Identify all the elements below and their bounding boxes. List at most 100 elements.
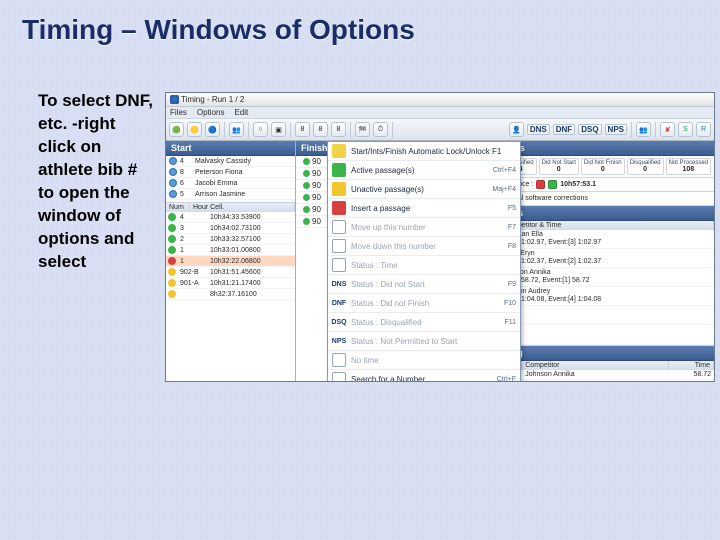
toolbar-btn-5[interactable]: ▣ [271, 122, 286, 137]
person-icon [169, 179, 177, 187]
time-row[interactable]: 901-A 10h31:21.17400 [166, 278, 295, 289]
generic-icon [332, 239, 346, 253]
menu-files[interactable]: Files [170, 108, 187, 117]
finish-row[interactable]: 90 [296, 180, 328, 192]
timing-device-time: 10h57:53.1 [560, 181, 596, 188]
finish-row[interactable]: 90 [296, 192, 328, 204]
time-row[interactable]: 902-B 10h31:51.45600 [166, 267, 295, 278]
finish-row[interactable]: 90 [296, 204, 328, 216]
toolbar-btn-clock[interactable]: ⏱ [373, 122, 388, 137]
finish-row[interactable]: 90 [296, 156, 328, 168]
timing-device-red-box[interactable] [536, 180, 545, 189]
context-menu-item: DNFStatus : Did not FinishF10 [328, 294, 520, 313]
window-title: Timing - Run 1 / 2 [181, 95, 244, 104]
context-menu-item[interactable]: Active passage(s)Ctrl+F4 [328, 161, 520, 180]
inquiry-stat-cell: Not Processed108 [666, 158, 711, 175]
toolbar-btn-4[interactable]: ○ [253, 122, 268, 137]
time-row[interactable]: 2 10h33:32.57100 [166, 234, 295, 245]
context-menu-item[interactable]: Start/Ints/Finish Automatic Lock/Unlock … [328, 142, 520, 161]
time-row[interactable]: 1 10h33:01.00800 [166, 245, 295, 256]
green-dot-icon [332, 163, 346, 177]
status-dot [303, 170, 310, 177]
person-icon [169, 168, 177, 176]
window-titlebar[interactable]: Timing - Run 1 / 2 [166, 93, 714, 107]
status-dot [168, 224, 176, 232]
toolbar-btn-1[interactable]: 🟢 [169, 122, 184, 137]
app-icon [170, 95, 179, 104]
context-menu[interactable]: Start/Ints/Finish Automatic Lock/Unlock … [327, 141, 521, 382]
context-menu-item: NPSStatus : Not Permitted to Start [328, 332, 520, 351]
status-text-icon: NPS [332, 334, 346, 348]
start-athlete-row[interactable]: 5 Arrison Jasmine [166, 189, 295, 200]
person-icon [169, 157, 177, 165]
status-dot [168, 235, 176, 243]
status-dot [168, 246, 176, 254]
chip-dnf[interactable]: DNF [553, 124, 575, 135]
yellow-dot-icon [332, 182, 346, 196]
toolbar-btn-7[interactable]: 8 [313, 122, 328, 137]
finish-header: Finish [296, 141, 328, 156]
timing-app-window: Timing - Run 1 / 2 Files Options Edit 🟢 … [165, 92, 715, 382]
context-menu-item: Move down this numberF8 [328, 237, 520, 256]
toolbar-btn-person[interactable]: 👤 [509, 122, 524, 137]
toolbar-btn-users[interactable]: 👥 [229, 122, 244, 137]
generic-icon [332, 220, 346, 234]
toolbar-btn-8[interactable]: 8 [331, 122, 346, 137]
menu-edit[interactable]: Edit [234, 108, 248, 117]
generic-icon [332, 258, 346, 272]
toolbar: 🟢 🟡 🔵 👥 ○ ▣ 8 8 8 🏁 ⏱ 👤 DNS DNF DSQ NPS … [166, 119, 714, 141]
status-dot [303, 194, 310, 201]
status-dot [303, 206, 310, 213]
context-menu-item[interactable]: Insert a passageF5 [328, 199, 520, 218]
red-dot-icon [332, 201, 346, 215]
chip-dsq[interactable]: DSQ [578, 124, 601, 135]
status-text-icon: DNF [332, 296, 346, 310]
inquiry-stat-cell: Did Not Finish0 [581, 158, 625, 175]
person-icon [169, 190, 177, 198]
status-dot [303, 182, 310, 189]
context-menu-item: DNSStatus : Did not StartF9 [328, 275, 520, 294]
status-dot [303, 218, 310, 225]
status-dot [303, 158, 310, 165]
inquiry-stat-cell: Disqualified0 [627, 158, 664, 175]
status-text-icon: DNS [332, 277, 346, 291]
toolbar-btn-2[interactable]: 🟡 [187, 122, 202, 137]
chip-nps[interactable]: NPS [605, 124, 627, 135]
context-menu-item[interactable]: Search for a NumberCtrl+F [328, 370, 520, 382]
toolbar-btn-6[interactable]: 8 [295, 122, 310, 137]
toolbar-btn-r[interactable]: R [696, 122, 711, 137]
status-dot [168, 213, 176, 221]
toolbar-btn-flag[interactable]: 🏁 [355, 122, 370, 137]
finish-row[interactable]: 90 [296, 216, 328, 228]
toolbar-btn-heads[interactable]: 👥 [636, 122, 651, 137]
status-text-icon: DSQ [332, 315, 346, 329]
toolbar-btn-3[interactable]: 🔵 [205, 122, 220, 137]
menu-options[interactable]: Options [197, 108, 225, 117]
start-athlete-row[interactable]: 6 Jacobi Emma [166, 178, 295, 189]
menubar: Files Options Edit [166, 107, 714, 119]
context-menu-item[interactable]: Unactive passage(s)Maj+F4 [328, 180, 520, 199]
finish-panel: Finish 909090909090 [296, 141, 329, 381]
start-athlete-row[interactable]: 4 Malvasky Cassidy [166, 156, 295, 167]
context-menu-item: No time [328, 351, 520, 370]
start-grid-header: Num Hour Cell. [166, 203, 295, 212]
start-athlete-row[interactable]: 8 Peterson Fiona [166, 167, 295, 178]
generic-icon [332, 372, 346, 382]
inquiry-stat-cell: Did Not Start0 [539, 158, 579, 175]
time-row[interactable]: 3 10h34:02.73100 [166, 223, 295, 234]
toolbar-btn-x[interactable]: ✘ [660, 122, 675, 137]
time-row[interactable]: 8h32:37.16100 [166, 289, 295, 300]
slide-caption: To select DNF, etc. -right click on athl… [38, 90, 156, 274]
chip-dns[interactable]: DNS [527, 124, 550, 135]
status-dot [168, 257, 176, 265]
time-row[interactable]: 1 10h32:22.06800 [166, 256, 295, 267]
time-row[interactable]: 4 10h34:33.53900 [166, 212, 295, 223]
finish-row[interactable]: 90 [296, 168, 328, 180]
context-menu-item: Status : Time [328, 256, 520, 275]
slide-title: Timing – Windows of Options [0, 0, 720, 46]
toolbar-btn-s[interactable]: S [678, 122, 693, 137]
generic-icon [332, 353, 346, 367]
status-dot [168, 268, 176, 276]
timing-device-green-box[interactable] [548, 180, 557, 189]
context-menu-item: DSQStatus : DisqualifiedF11 [328, 313, 520, 332]
